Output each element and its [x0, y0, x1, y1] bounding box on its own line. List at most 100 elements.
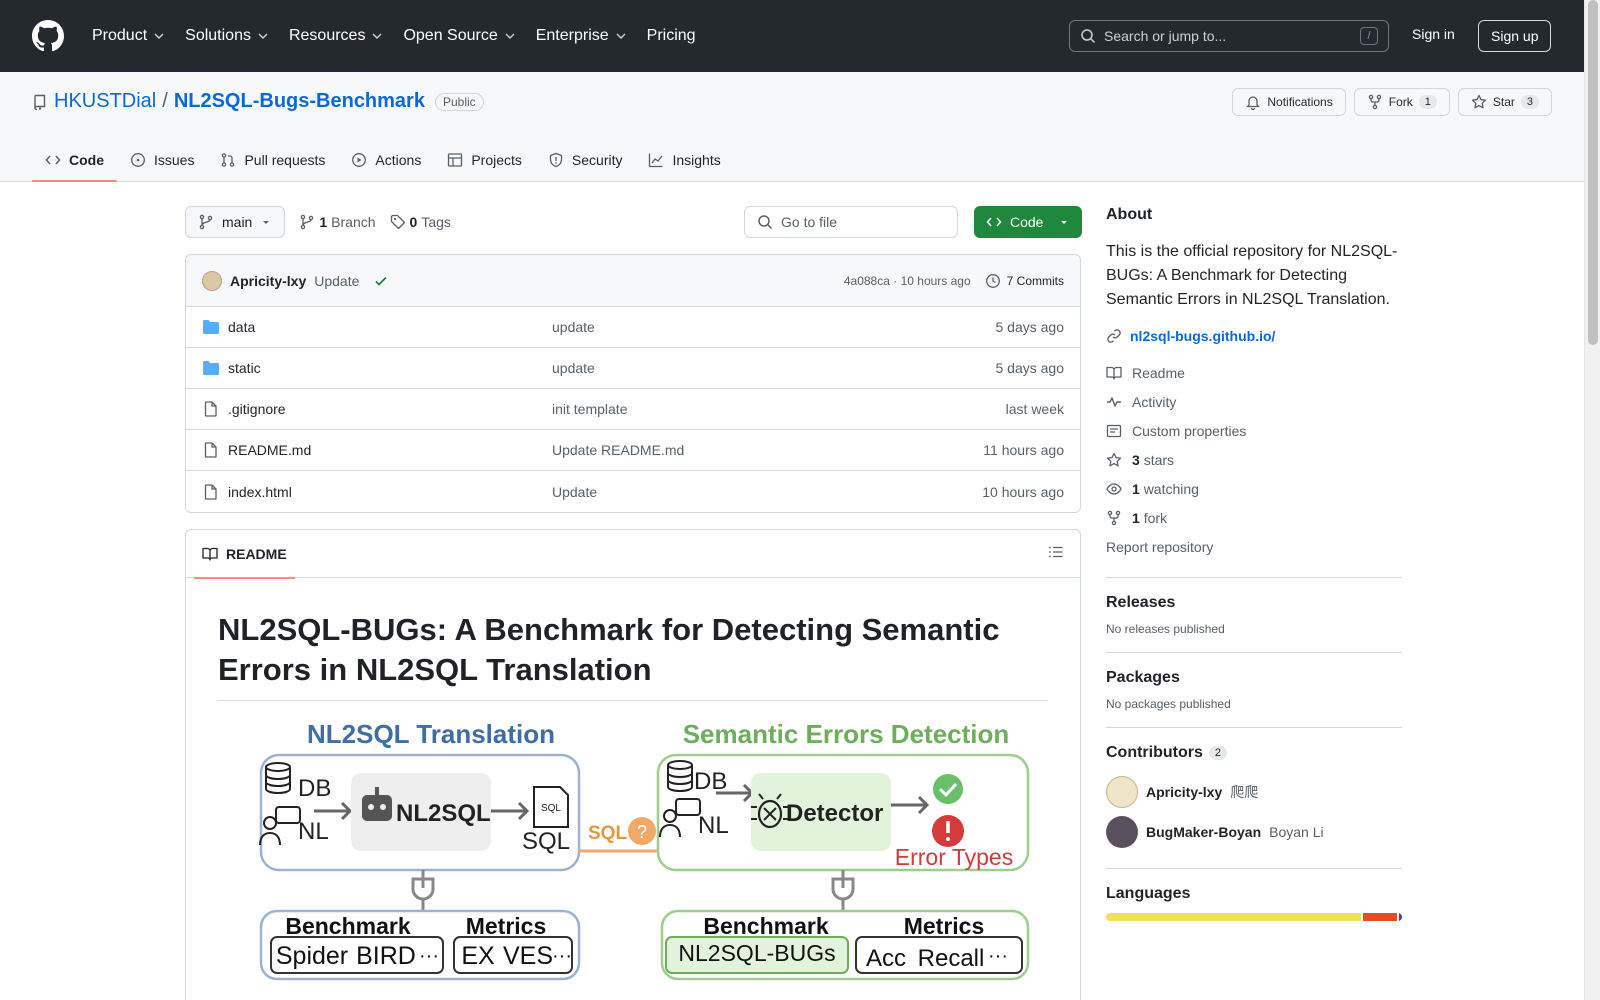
sign-up-button[interactable]: Sign up	[1478, 20, 1552, 52]
report-repository-link[interactable]: Report repository	[1106, 532, 1402, 561]
nav-label: Open Source	[403, 27, 498, 44]
plug-icon	[831, 870, 855, 911]
link-icon	[1107, 329, 1121, 343]
file-link[interactable]: static	[228, 360, 261, 376]
repo-separator: /	[162, 90, 168, 112]
file-name-cell: data	[202, 319, 552, 335]
file-link[interactable]: .gitignore	[228, 401, 286, 417]
contributor-row[interactable]: BugMaker-Boyan Boyan Li	[1106, 812, 1402, 852]
tab-issues[interactable]: Issues	[117, 138, 207, 182]
nav-pricing[interactable]: Pricing	[639, 21, 704, 51]
nl-label: NL	[698, 812, 729, 839]
readme-tab[interactable]: README	[194, 530, 295, 579]
file-commit-message[interactable]: update	[552, 360, 996, 376]
watching-label: watching	[1143, 480, 1199, 497]
db-label: DB	[694, 768, 727, 795]
sign-in-link[interactable]: Sign in	[1412, 26, 1455, 42]
tab-insights[interactable]: Insights	[635, 138, 733, 182]
check-icon[interactable]	[373, 273, 389, 289]
file-commit-message[interactable]: Update README.md	[552, 442, 983, 458]
go-to-file-input[interactable]: Go to file	[744, 206, 958, 238]
error-types-label: Error Types	[895, 844, 1013, 870]
star-button[interactable]: Star 3	[1457, 88, 1552, 116]
question-mark: ?	[637, 822, 647, 842]
search-icon	[1081, 29, 1096, 44]
language-segment[interactable]	[1106, 913, 1361, 921]
pull-request-icon	[222, 153, 235, 167]
tab-actions[interactable]: Actions	[338, 138, 434, 182]
repo-title: HKUSTDial / NL2SQL-Bugs-Benchmark Public	[32, 90, 484, 113]
tab-label: Insights	[672, 152, 721, 168]
file-row[interactable]: index.html Update 10 hours ago	[186, 471, 1080, 512]
repo-owner-link[interactable]: HKUSTDial	[54, 90, 156, 113]
github-logo-icon[interactable]	[32, 20, 64, 52]
contributors-heading[interactable]: Contributors 2	[1106, 744, 1402, 762]
website-link[interactable]: nl2sql-bugs.github.io/	[1106, 328, 1402, 344]
list-icon[interactable]	[1048, 544, 1064, 560]
packages-heading[interactable]: Packages	[1106, 669, 1402, 687]
language-segment[interactable]	[1399, 913, 1402, 921]
file-link[interactable]: README.md	[228, 442, 311, 458]
repo-name-link[interactable]: NL2SQL-Bugs-Benchmark	[174, 90, 425, 113]
tags-link[interactable]: 0 Tags	[390, 214, 451, 230]
file-commit-message[interactable]: init template	[552, 401, 1006, 417]
tab-projects[interactable]: Projects	[434, 138, 535, 182]
contributor-row[interactable]: Apricity-lxy 爬爬	[1106, 772, 1402, 812]
chevron-down-icon	[505, 33, 515, 39]
file-row[interactable]: README.md Update README.md 11 hours ago	[186, 430, 1080, 471]
readme-link[interactable]: Readme	[1106, 358, 1402, 387]
avatar[interactable]	[202, 270, 222, 291]
commit-author[interactable]: Apricity-lxy	[230, 273, 306, 289]
code-dropdown-button[interactable]: Code	[974, 206, 1082, 238]
file-icon	[204, 442, 217, 458]
nl-label: NL	[298, 818, 329, 845]
figure-left-title: NL2SQL Translation	[307, 719, 555, 749]
custom-properties-link[interactable]: Custom properties	[1106, 416, 1402, 445]
stars-link[interactable]: 3 stars	[1106, 445, 1402, 474]
notifications-button[interactable]: Notifications	[1232, 88, 1346, 116]
file-row[interactable]: data update 5 days ago	[186, 307, 1080, 348]
search-input[interactable]: Search or jump to... /	[1069, 20, 1389, 52]
metric-chip: ···	[552, 945, 572, 967]
forks-link[interactable]: 1 fork	[1106, 503, 1402, 532]
fork-label: Fork	[1388, 95, 1413, 109]
benchmark-label: Benchmark	[703, 913, 828, 939]
watchers-link[interactable]: 1 watching	[1106, 474, 1402, 503]
chevron-down-icon	[372, 33, 382, 39]
file-link[interactable]: data	[228, 319, 255, 335]
file-commit-message[interactable]: update	[552, 319, 996, 335]
nav-enterprise[interactable]: Enterprise	[528, 21, 635, 51]
nav-solutions[interactable]: Solutions	[177, 21, 277, 51]
file-link[interactable]: index.html	[228, 484, 292, 500]
eye-icon	[1106, 482, 1122, 495]
benchmark-chip: BIRD	[356, 942, 416, 970]
website-url: nl2sql-bugs.github.io/	[1130, 328, 1276, 344]
nav-resources[interactable]: Resources	[281, 21, 391, 51]
nav-label: Enterprise	[535, 27, 609, 44]
commit-time: 10 hours ago	[900, 273, 971, 288]
file-icon	[204, 401, 217, 417]
page-scrollbar[interactable]	[1584, 0, 1600, 1000]
avatar	[1106, 776, 1138, 808]
language-segment[interactable]	[1362, 913, 1398, 921]
tab-code[interactable]: Code	[32, 138, 117, 182]
nav-open-source[interactable]: Open Source	[395, 21, 523, 51]
nav-product[interactable]: Product	[84, 21, 173, 51]
readme-label: Readme	[1132, 364, 1185, 381]
file-commit-message[interactable]: Update	[552, 484, 982, 500]
file-row[interactable]: static update 5 days ago	[186, 348, 1080, 389]
commit-message[interactable]: Update	[314, 273, 359, 289]
branch-selector[interactable]: main	[185, 206, 286, 238]
tab-security[interactable]: Security	[535, 138, 636, 182]
commit-hash-time[interactable]: 4a088ca · 10 hours ago	[844, 274, 971, 288]
file-time: last week	[1005, 401, 1064, 417]
file-row[interactable]: .gitignore init template last week	[186, 389, 1080, 430]
tab-pull-requests[interactable]: Pull requests	[207, 138, 338, 182]
branches-link[interactable]: 1 Branch	[299, 214, 376, 230]
activity-link[interactable]: Activity	[1106, 387, 1402, 416]
scrollbar-thumb[interactable]	[1588, 0, 1598, 345]
book-icon	[1106, 366, 1122, 380]
releases-heading[interactable]: Releases	[1106, 594, 1402, 612]
commits-history-link[interactable]: 7 Commits	[985, 273, 1064, 289]
fork-button[interactable]: Fork 1	[1353, 88, 1450, 116]
